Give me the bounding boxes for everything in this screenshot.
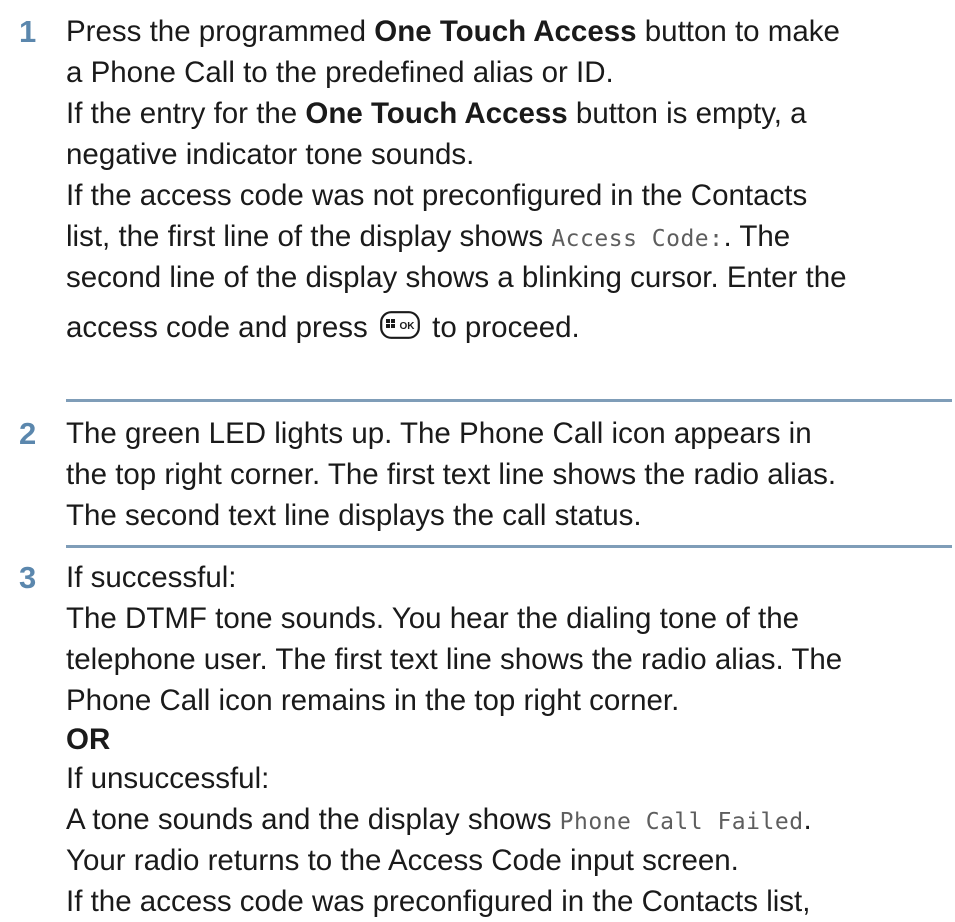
text-line: telephone user. The first text line show… [66, 643, 843, 676]
text-line: If the entry for the One Touch Access bu… [66, 93, 951, 134]
text-line: If the access code was not preconfigured… [66, 179, 808, 212]
step-3: 3 If successful: The DTMF tone sounds. Y… [0, 557, 955, 918]
text-line: If successful: [66, 561, 237, 594]
step-divider [66, 545, 952, 548]
button-name: One Touch Access [374, 15, 637, 48]
step-divider [66, 399, 952, 402]
or-separator: OR [66, 723, 111, 756]
button-name: One Touch Access [305, 97, 568, 130]
text-run: A tone sounds and the display shows [66, 803, 560, 836]
step-number: 2 [19, 416, 37, 451]
display-text: Phone Call Failed [559, 809, 804, 835]
text-run: . The [723, 220, 791, 253]
text-run: list, the first line of the display show… [66, 220, 552, 253]
text-line: list, the first line of the display show… [66, 216, 951, 257]
text-line: Press the programmed One Touch Access bu… [66, 11, 951, 52]
step-number: 3 [19, 560, 37, 595]
text-line: The second text line displays the call s… [66, 499, 642, 532]
text-line: a Phone Call to the predefined alias or … [66, 56, 614, 89]
text-line: A tone sounds and the display shows Phon… [66, 799, 951, 840]
text-line: access code and press OK to proceed. [66, 298, 951, 352]
step-2: 2 The green LED lights up. The Phone Cal… [0, 413, 955, 538]
text-run: . [803, 803, 812, 836]
step-text: If successful: The DTMF tone sounds. You… [66, 557, 951, 922]
ok-label: OK [399, 321, 415, 332]
step-text: Press the programmed One Touch Access bu… [66, 11, 951, 352]
menu-ok-button-icon: OK [380, 311, 420, 339]
text-run: access code and press [66, 311, 376, 344]
text-line: The DTMF tone sounds. You hear the diali… [66, 602, 800, 635]
text-line: Your radio returns to the Access Code in… [66, 844, 739, 877]
display-text: Access Code: [551, 226, 724, 252]
text-line: the top right corner. The first text lin… [66, 458, 837, 491]
text-line: negative indicator tone sounds. [66, 138, 475, 171]
text-run: Press the programmed [66, 15, 375, 48]
text-run: If the entry for the [66, 97, 306, 130]
text-line: The green LED lights up. The Phone Call … [66, 417, 812, 450]
text-line: second line of the display shows a blink… [66, 261, 847, 294]
text-line: Phone Call icon remains in the top right… [66, 684, 680, 717]
step-number: 1 [19, 14, 37, 49]
text-line: If unsuccessful: [66, 762, 270, 795]
text-run: button is empty, a [567, 97, 807, 130]
text-run: button to make [636, 15, 840, 48]
text-run: to proceed. [423, 311, 580, 344]
step-text: The green LED lights up. The Phone Call … [66, 413, 951, 536]
step-1: 1 Press the programmed One Touch Access … [0, 11, 955, 361]
text-line: If the access code was preconfigured in … [66, 885, 811, 918]
